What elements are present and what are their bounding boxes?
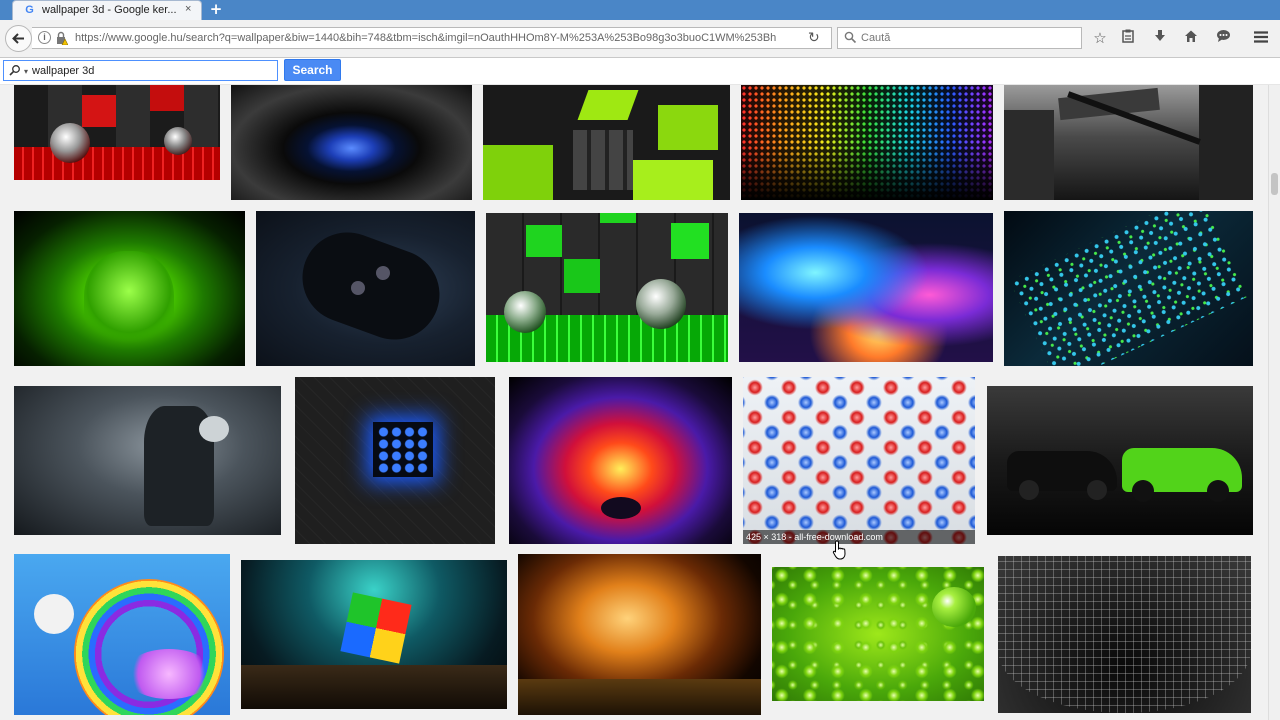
warning-lock-icon[interactable] [54, 31, 68, 45]
search-icon [844, 31, 857, 44]
image-result-green-water-drops[interactable] [772, 567, 984, 701]
hand-pointer-cursor-icon [832, 540, 846, 560]
image-result-dark-warrior[interactable] [14, 386, 281, 535]
image-result-blue-green-squares-abstract[interactable] [1004, 211, 1253, 366]
image-result-colorful-smoke-clouds[interactable] [739, 213, 993, 362]
image-result-city-train-bw[interactable] [1004, 85, 1253, 200]
menu-lines-icon [1254, 31, 1268, 43]
image-result-green-cubes-spheres[interactable] [486, 213, 728, 362]
query-text: wallpaper 3d [32, 65, 95, 77]
back-arrow-icon [12, 33, 24, 44]
tab-google-images[interactable]: G wallpaper 3d - Google ker... × [12, 0, 202, 20]
hamburger-menu-icon[interactable] [1250, 27, 1272, 49]
speech-bubble-icon [1216, 30, 1230, 42]
google-search-button[interactable]: Search [284, 59, 341, 81]
image-hover-caption: 425 × 318 - all-free-download.com [743, 530, 975, 544]
tab-title: wallpaper 3d - Google ker... [42, 4, 177, 16]
google-search-input[interactable]: ▾ wallpaper 3d [3, 60, 278, 81]
image-result-green-neon-lion[interactable] [14, 211, 245, 366]
scrollbar-thumb[interactable] [1271, 173, 1278, 195]
image-result-neon-wolf[interactable] [509, 377, 732, 544]
browser-window: G wallpaper 3d - Google ker... × + i htt… [0, 0, 1280, 720]
chat-icon[interactable] [1212, 27, 1234, 49]
reading-list-icon[interactable] [1117, 27, 1139, 49]
image-result-muscle-cars[interactable] [987, 386, 1253, 535]
bookmark-star-icon[interactable]: ☆ [1089, 27, 1111, 49]
home-icon[interactable] [1180, 27, 1202, 49]
image-result-blue-eye[interactable] [231, 85, 472, 200]
new-tab-button[interactable]: + [207, 0, 225, 20]
url-text: https://www.google.hu/search?q=wallpaper… [75, 32, 777, 44]
clipboard-icon [1122, 29, 1134, 43]
back-button[interactable] [5, 25, 32, 52]
image-result-grid-wave-bw[interactable] [998, 556, 1251, 713]
browser-search-field[interactable]: Caută [837, 27, 1082, 49]
image-result-rubiks-cube[interactable] [241, 560, 507, 709]
image-result-red-black-cubes-spheres[interactable] [14, 85, 220, 180]
navigation-toolbar: i https://www.google.hu/search?q=wallpap… [0, 20, 1280, 58]
image-result-rainbow-cartoon[interactable] [14, 554, 230, 715]
house-icon [1185, 30, 1197, 42]
tab-strip: G wallpaper 3d - Google ker... × + [0, 0, 1280, 20]
site-info-icon[interactable]: i [38, 31, 51, 44]
google-search-query: ▾ wallpaper 3d [24, 65, 94, 77]
google-favicon-icon: G [25, 4, 34, 16]
reload-icon[interactable]: ↻ [808, 30, 824, 46]
url-bar[interactable]: i https://www.google.hu/search?q=wallpap… [32, 27, 832, 49]
download-arrow-icon [1155, 30, 1165, 41]
image-result-green-tiles-3d[interactable] [483, 85, 730, 200]
dropdown-caret-icon[interactable]: ▾ [24, 67, 28, 76]
tab-close-icon[interactable]: × [185, 3, 191, 15]
downloads-icon[interactable] [1149, 27, 1171, 49]
google-search-bar: ▾ wallpaper 3d Search [0, 58, 1280, 85]
search-icon [9, 65, 20, 76]
page-scrollbar[interactable] [1268, 85, 1280, 720]
image-result-glass-marbles[interactable]: 425 × 318 - all-free-download.com [743, 377, 975, 544]
image-result-gamepad-dark[interactable] [256, 211, 475, 366]
browser-search-placeholder: Caută [861, 32, 891, 44]
image-result-glowing-blue-cube[interactable] [295, 377, 495, 544]
image-result-neon-kitten[interactable] [518, 554, 761, 715]
image-result-rainbow-dots-wave[interactable] [741, 85, 993, 200]
image-results-grid: 425 × 318 - all-free-download.com [0, 85, 1268, 720]
